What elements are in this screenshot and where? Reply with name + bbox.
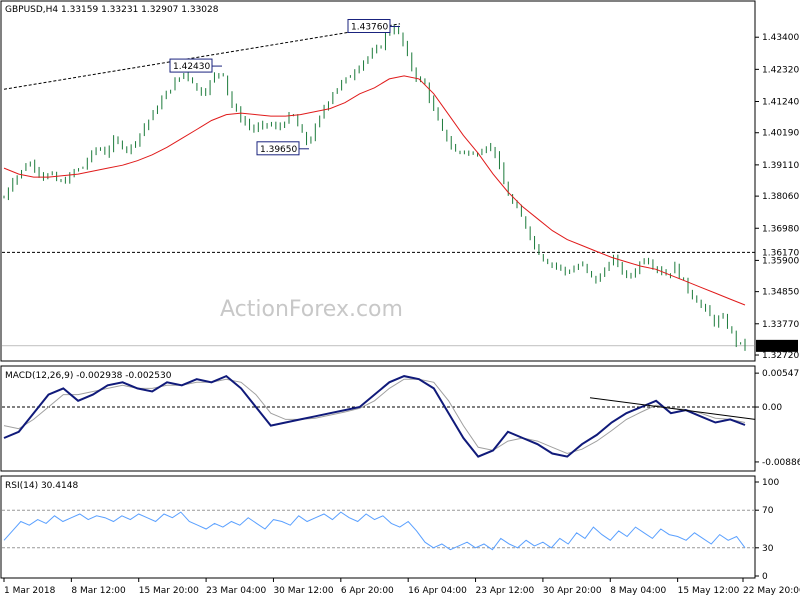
x-tick-label: 23 Mar 04:00	[206, 586, 266, 596]
x-tick-label: 30 Apr 20:00	[543, 586, 602, 596]
x-tick-label: 15 May 12:00	[678, 586, 740, 596]
price-tick-label: 1.40190	[762, 129, 799, 139]
price-tick-label: 1.42320	[762, 65, 799, 75]
macd-header: MACD(12,26,9) -0.002938 -0.002530	[5, 371, 172, 381]
upper-trendline	[3, 23, 401, 90]
x-tick-label: 8 Mar 12:00	[71, 586, 126, 596]
price-annotation-label: 1.42430	[173, 62, 210, 72]
x-tick-label: 22 May 20:00	[743, 586, 800, 596]
macd-trendline	[589, 397, 756, 420]
price-tick-label: 1.43400	[762, 33, 799, 43]
price-annotation-label: 1.43760	[351, 22, 388, 32]
rsi-tick-label: 70	[762, 506, 774, 516]
moving-average-line	[3, 75, 746, 306]
rsi-line	[3, 511, 746, 551]
price-tick-label: 1.34850	[762, 288, 799, 298]
macd-tick-label: 0.00	[762, 403, 782, 413]
x-tick-label: 1 Mar 2018	[4, 586, 56, 596]
x-tick-label: 8 May 04:00	[610, 586, 666, 596]
price-tick-label: 1.39110	[762, 161, 799, 171]
price-tick-label: 1.36980	[762, 224, 799, 234]
rsi-tick-label: 0	[762, 572, 768, 582]
resistance-level-label: 1.36170	[762, 248, 799, 258]
rsi-header: RSI(14) 30.4148	[5, 481, 78, 491]
macd-tick-label: -0.00886	[762, 458, 800, 468]
price-header: GBPUSD,H4 1.33159 1.33231 1.32907 1.3302…	[5, 5, 219, 15]
x-tick-label: 16 Apr 04:00	[408, 586, 467, 596]
chart-canvas: ActionForex.com GBPUSD,H4 1.33159 1.3323…	[0, 0, 800, 596]
price-tick-label: 1.41240	[762, 97, 799, 107]
macd-tick-label: 0.00547	[762, 369, 799, 379]
price-tick-label: 1.33770	[762, 320, 799, 330]
rsi-panel-frame	[0, 475, 756, 579]
macd-signal-line	[3, 378, 746, 455]
rsi-tick-label: 100	[762, 478, 779, 488]
price-annotation-label: 1.39650	[260, 145, 297, 155]
x-tick-label: 30 Mar 12:00	[273, 586, 333, 596]
x-tick-label: 6 Apr 20:00	[341, 586, 394, 596]
price-tick-label: 1.38060	[762, 192, 799, 202]
price-tick-label: 1.32720	[762, 351, 799, 361]
last-price-label: 1.33028	[761, 342, 798, 352]
x-tick-label: 23 Apr 12:00	[476, 586, 535, 596]
rsi-tick-label: 30	[762, 544, 774, 554]
macd-panel-frame	[0, 365, 756, 472]
watermark: ActionForex.com	[220, 297, 403, 322]
x-tick-label: 15 Mar 20:00	[139, 586, 199, 596]
macd-line	[3, 374, 746, 458]
